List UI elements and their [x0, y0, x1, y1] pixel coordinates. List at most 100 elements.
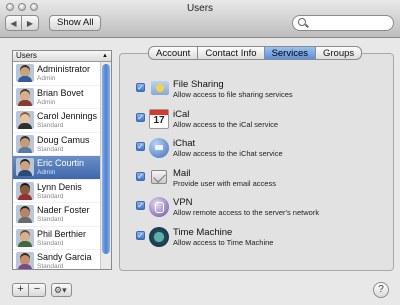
service-name: Mail: [173, 167, 191, 179]
service-name: iChat: [173, 138, 196, 149]
forward-arrow-icon: ▶: [26, 18, 34, 28]
user-name: Phil Berthier: [37, 228, 87, 239]
avatar: [16, 205, 34, 223]
service-name: File Sharing: [173, 79, 224, 90]
avatar-body: [18, 123, 32, 129]
service-row: ✓ Time Machine Allow access to Time Machin…: [136, 226, 386, 255]
user-row[interactable]: Lynn Denis Standard: [13, 180, 101, 203]
service-checkbox[interactable]: ✓: [136, 201, 145, 210]
ical-icon: 17: [149, 108, 169, 129]
service-name: Time Machine: [173, 226, 233, 238]
service-checkbox[interactable]: ✓: [136, 171, 145, 181]
users-list: Users ▲ Administrator Admin Brian Bovet Adm…: [12, 50, 112, 270]
forward-button[interactable]: ▶: [22, 15, 39, 31]
user-role: Standard: [37, 216, 64, 223]
service-description: Allow access to Time Machine: [173, 237, 274, 247]
user-row[interactable]: Administrator Admin: [13, 62, 101, 86]
action-menu-button[interactable]: ⚙▾: [51, 283, 72, 297]
service-checkbox[interactable]: ✓: [136, 83, 145, 92]
service-description: Allow remote access to the server's netw…: [173, 208, 320, 217]
user-role: Standard: [37, 263, 64, 270]
service-row: ✓ VPN Allow remote access to the server's …: [136, 197, 386, 225]
back-arrow-icon: ◀: [10, 18, 17, 28]
calendar-day: 17: [153, 114, 165, 126]
user-row[interactable]: Brian Bovet Admin: [13, 86, 101, 109]
question-mark-icon: ?: [378, 284, 384, 295]
user-role: Admin: [37, 169, 56, 176]
service-name: VPN: [173, 197, 193, 208]
file-sharing-icon: [151, 81, 169, 95]
user-role: Standard: [37, 192, 64, 200]
back-button[interactable]: ◀: [5, 15, 22, 31]
window-title: Users: [186, 3, 214, 14]
user-name: Doug Camus: [37, 134, 90, 145]
service-row: ✓ iChat Allow access to the iChat service: [136, 138, 386, 166]
users-rows: Administrator Admin Brian Bovet Admin Carol …: [13, 62, 101, 270]
avatar-body: [18, 240, 32, 247]
tab-account[interactable]: Account: [148, 46, 199, 60]
user-name: Sandy Garcia: [37, 252, 92, 262]
user-name: Carol Jennings: [37, 111, 98, 121]
service-description: Provide user with email access: [173, 178, 276, 188]
user-name: Nader Foster: [37, 205, 90, 215]
avatar: [16, 158, 34, 176]
user-role: Admin: [37, 98, 56, 106]
avatar-body: [18, 193, 32, 200]
user-role: Standard: [37, 239, 64, 247]
avatar-body: [18, 76, 32, 82]
service-checkbox[interactable]: ✓: [136, 230, 145, 240]
ichat-icon: [149, 138, 169, 158]
avatar-body: [18, 146, 32, 153]
search-input[interactable]: [309, 17, 391, 29]
users-list-header-label: Users: [16, 51, 37, 60]
user-row[interactable]: Eric Courtin Admin: [13, 156, 101, 180]
scrollbar-thumb[interactable]: [102, 64, 110, 254]
sort-ascending-icon: ▲: [102, 53, 108, 59]
service-checkbox[interactable]: ✓: [136, 112, 145, 122]
user-name: Lynn Denis: [37, 181, 82, 192]
avatar: [16, 111, 34, 129]
user-row[interactable]: Phil Berthier Standard: [13, 227, 101, 250]
user-role: Standard: [37, 145, 64, 153]
tab-bar: Account Contact Info Services Groups: [148, 46, 363, 60]
title-bar: Users ◀ ▶ Show All: [0, 0, 400, 38]
avatar: [16, 64, 34, 82]
add-remove-group: + −: [12, 283, 46, 297]
service-name: iCal: [173, 108, 190, 120]
users-list-header[interactable]: Users ▲: [13, 51, 111, 62]
service-row: ✓ Mail Provide user with email access: [136, 168, 386, 196]
search-field[interactable]: [292, 15, 394, 31]
avatar-body: [18, 170, 32, 176]
user-row[interactable]: Sandy Garcia Standard: [13, 250, 101, 270]
vpn-icon: [149, 197, 169, 217]
avatar-body: [18, 99, 32, 106]
gear-icon: ⚙▾: [54, 285, 67, 295]
avatar: [16, 228, 34, 247]
search-icon: [298, 18, 306, 26]
tab-services[interactable]: Services: [264, 46, 316, 60]
service-row: ✓ File Sharing Allow access to file sharin…: [136, 79, 386, 107]
show-all-button[interactable]: Show All: [49, 15, 102, 31]
service-checkbox[interactable]: ✓: [136, 142, 145, 151]
users-scrollbar[interactable]: [100, 62, 111, 269]
user-role: Standard: [37, 122, 64, 129]
user-role: Admin: [37, 75, 56, 82]
mail-icon: [151, 169, 167, 184]
help-button[interactable]: ?: [373, 282, 389, 298]
avatar: [16, 252, 34, 269]
avatar: [16, 181, 34, 200]
remove-user-button[interactable]: −: [29, 283, 46, 297]
service-description: Allow access to the iCal service: [173, 119, 279, 129]
tab-groups[interactable]: Groups: [316, 46, 363, 60]
avatar-body: [18, 217, 32, 223]
user-row[interactable]: Nader Foster Standard: [13, 203, 101, 227]
user-row[interactable]: Carol Jennings Standard: [13, 109, 101, 133]
user-row[interactable]: Doug Camus Standard: [13, 133, 101, 156]
add-user-button[interactable]: +: [12, 283, 29, 297]
tab-contact-info[interactable]: Contact Info: [198, 46, 265, 60]
user-name: Eric Courtin: [37, 158, 85, 168]
avatar: [16, 134, 34, 153]
user-name: Administrator: [37, 64, 91, 74]
time-machine-icon: [149, 226, 169, 247]
avatar: [16, 87, 34, 106]
